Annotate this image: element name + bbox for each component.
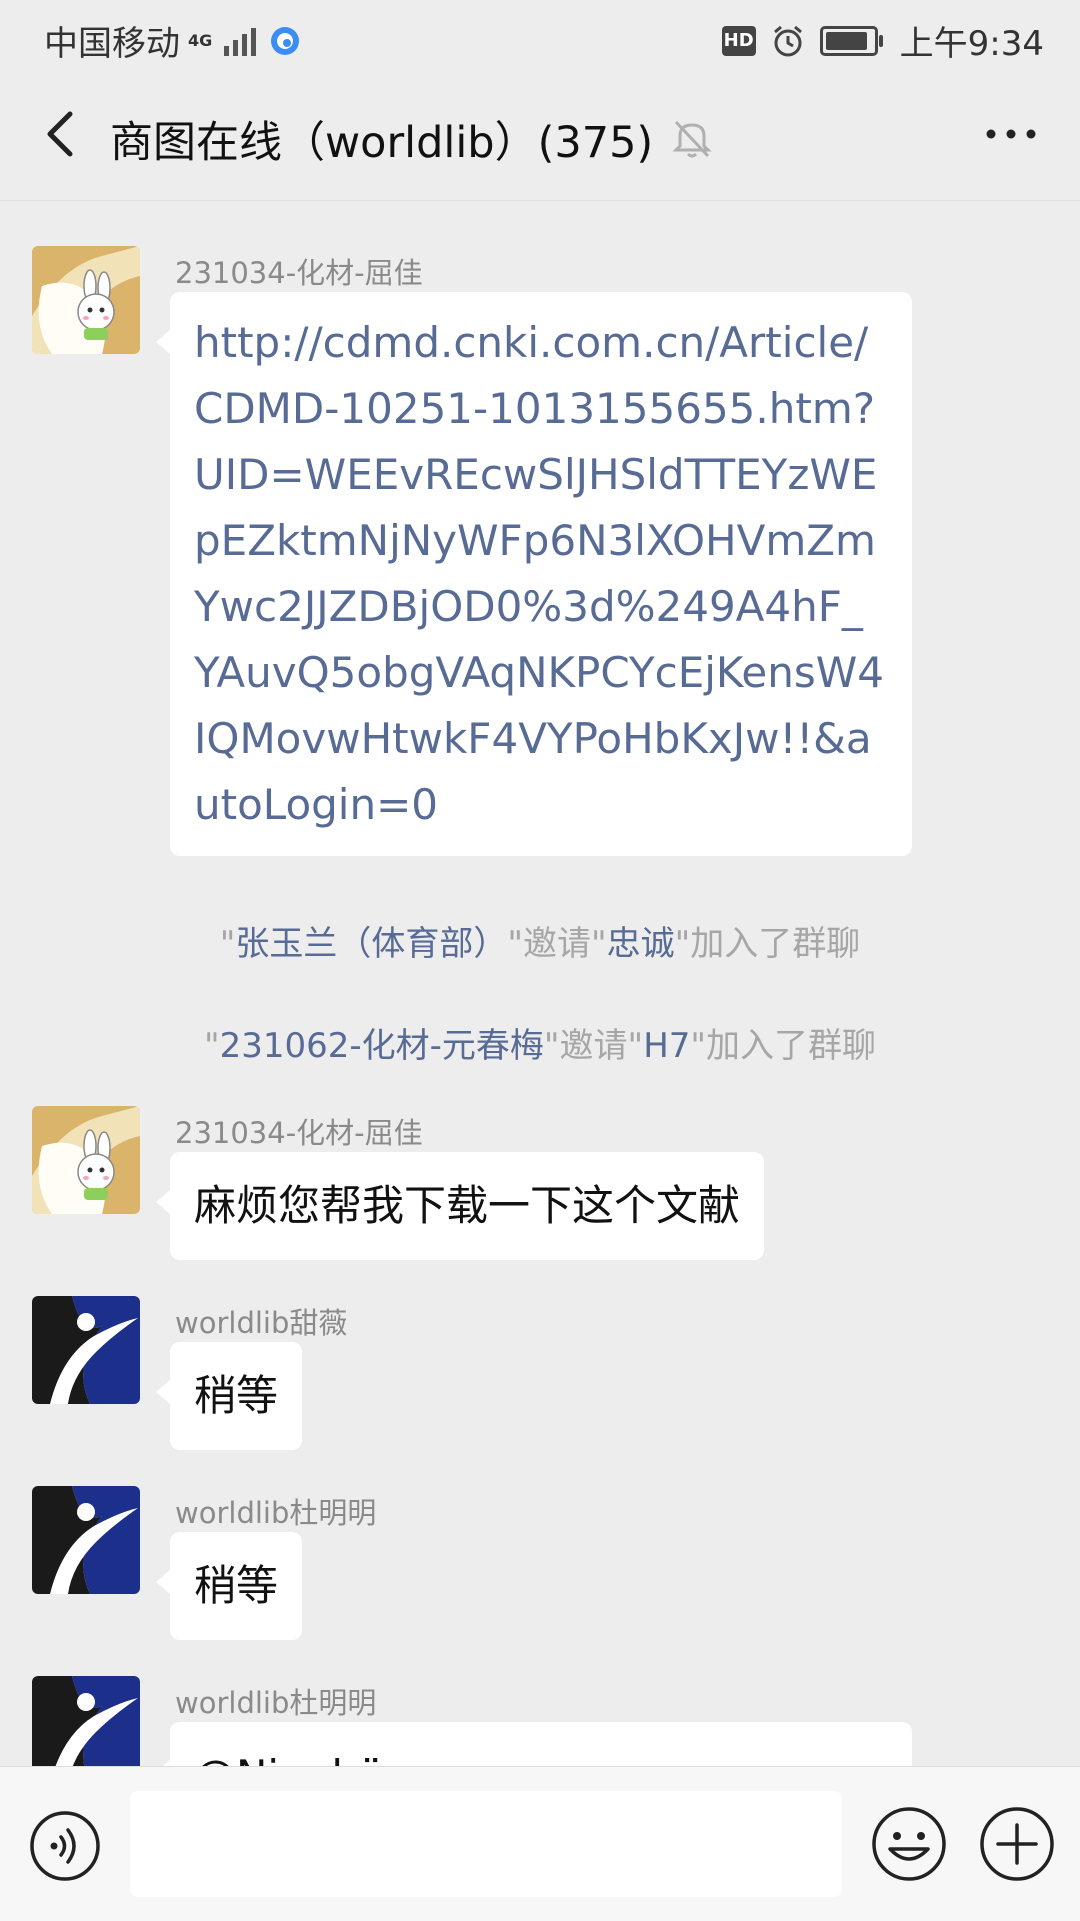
worldlib-logo-icon	[32, 1486, 140, 1594]
app-notification-icon	[271, 26, 300, 55]
message-text: @Nianhü...	[194, 1751, 425, 1766]
system-message: "张玉兰（体育部）"邀请"忠诚"加入了群聊	[0, 916, 1080, 965]
alarm-icon	[773, 25, 802, 56]
clock: 上午9:34	[899, 24, 1044, 64]
signal-icon	[224, 27, 257, 56]
hd-badge: HD	[721, 25, 756, 56]
carrier-name: 中国移动	[44, 24, 180, 64]
system-message: "231062-化材-元春梅"邀请"H7"加入了群聊	[0, 1018, 1080, 1067]
bell-off-icon	[672, 120, 712, 158]
avatar[interactable]	[32, 1676, 140, 1766]
status-bar: 中国移动 4G HD 上午9:34	[0, 0, 1080, 74]
message-bubble[interactable]: @Nianhü...	[156, 1722, 912, 1766]
more-dots-icon[interactable]	[976, 104, 1046, 164]
joined-text: "加入了群聊	[690, 1026, 877, 1066]
joined-text: "加入了群聊	[674, 924, 861, 964]
message-text: 稍等	[194, 1561, 279, 1610]
chevron-left-icon[interactable]	[34, 104, 94, 164]
emoji-icon[interactable]	[870, 1805, 948, 1883]
inviter-name[interactable]: 231062-化材-元春梅	[220, 1026, 544, 1066]
message-input[interactable]	[130, 1791, 842, 1897]
battery-icon	[819, 25, 883, 56]
network-type: 4G	[188, 30, 213, 50]
input-bar	[0, 1766, 1080, 1921]
worldlib-logo-icon	[32, 1676, 140, 1766]
chat-header: 商图在线（worldlib）(375)	[0, 74, 1080, 201]
chat-title: 商图在线（worldlib）(375)	[110, 118, 654, 168]
invitee-name[interactable]: 忠诚	[607, 924, 675, 964]
invite-text: "邀请"	[507, 924, 607, 964]
message-link[interactable]: http://cdmd.cnki.com.cn/Article/CDMD-102…	[194, 318, 884, 829]
voice-icon[interactable]	[28, 1809, 102, 1883]
message-bubble[interactable]: http://cdmd.cnki.com.cn/Article/CDMD-102…	[156, 292, 912, 856]
inviter-name[interactable]: 张玉兰（体育部）	[235, 924, 507, 964]
status-bar-left: 中国移动 4G	[44, 16, 302, 65]
rabbit-avatar-icon	[32, 1106, 140, 1214]
avatar[interactable]	[32, 1106, 140, 1214]
sender-name: worldlib杜明明	[175, 1686, 377, 1720]
sender-name: 231034-化材-屈佳	[175, 256, 423, 290]
avatar[interactable]	[32, 246, 140, 354]
quote-mark: "	[203, 1026, 220, 1066]
message-bubble[interactable]: 麻烦您帮我下载一下这个文献	[155, 1152, 765, 1260]
sender-name: worldlib杜明明	[175, 1496, 377, 1530]
plus-icon[interactable]	[978, 1805, 1056, 1883]
message-text: 麻烦您帮我下载一下这个文献	[194, 1181, 741, 1230]
message-list[interactable]: 231034-化材-屈佳 http://cdmd.cnki.com.cn/Art…	[0, 200, 1080, 1766]
quote-mark: "	[219, 924, 236, 964]
invite-text: "邀请"	[543, 1026, 644, 1066]
message-text: 稍等	[194, 1371, 279, 1420]
status-bar-right: HD 上午9:34	[721, 16, 1044, 65]
message-bubble[interactable]: 稍等	[155, 1342, 303, 1450]
sender-name: worldlib甜薇	[175, 1306, 348, 1340]
avatar[interactable]	[32, 1296, 140, 1404]
sender-name: 231034-化材-屈佳	[175, 1116, 423, 1150]
avatar[interactable]	[32, 1486, 140, 1594]
invitee-name[interactable]: H7	[643, 1026, 690, 1066]
message-bubble[interactable]: 稍等	[155, 1532, 303, 1640]
rabbit-avatar-icon	[32, 246, 140, 354]
worldlib-logo-icon	[32, 1296, 140, 1404]
